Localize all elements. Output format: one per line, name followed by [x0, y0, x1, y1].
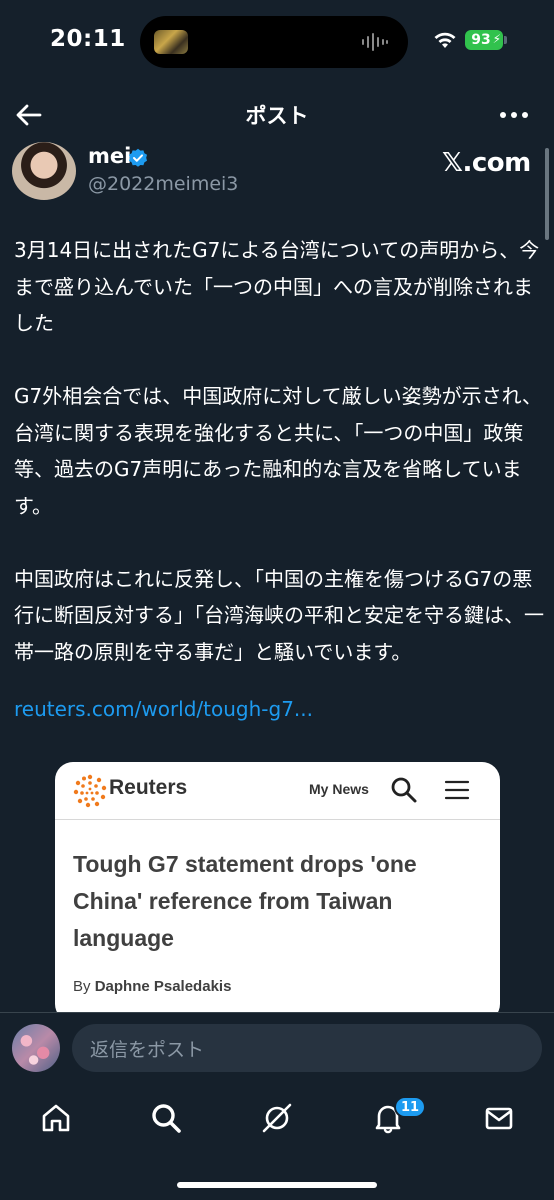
author-avatar[interactable] — [12, 142, 76, 200]
byline-author: Daphne Psaledakis — [94, 978, 232, 995]
hamburger-menu-icon — [444, 780, 470, 800]
battery-level: 93 — [471, 32, 491, 48]
author-name[interactable]: mei — [88, 144, 131, 168]
dynamic-island[interactable] — [140, 16, 408, 68]
status-time: 20:11 — [50, 26, 126, 52]
home-indicator[interactable] — [177, 1182, 377, 1188]
post-link[interactable]: reuters.com/world/tough-g7... — [14, 697, 313, 721]
reply-bar: 返信をポスト — [0, 1012, 554, 1084]
source-watermark: 𝕏.com — [442, 148, 531, 178]
card-header: Reuters My News — [55, 762, 500, 820]
verified-badge-icon — [129, 148, 147, 167]
my-news-link: My News — [309, 781, 369, 797]
battery-cap — [504, 36, 507, 44]
audio-waveform-icon — [362, 33, 388, 51]
home-icon[interactable] — [40, 1102, 72, 1134]
media-thumbnail-icon — [154, 30, 188, 54]
status-bar: 20:11 93 ⚡ — [0, 0, 554, 80]
messages-mail-icon[interactable] — [483, 1102, 515, 1134]
scrollbar[interactable] — [545, 148, 549, 240]
wifi-icon — [434, 32, 456, 48]
current-user-avatar[interactable] — [12, 1024, 60, 1072]
card-byline: By Daphne Psaledakis — [73, 978, 231, 995]
card-brand: Reuters — [109, 776, 188, 799]
card-headline: Tough G7 statement drops 'one China' ref… — [73, 851, 417, 951]
reuters-logo-icon — [73, 774, 107, 808]
search-icon — [391, 777, 417, 803]
battery-indicator: 93 ⚡ — [465, 30, 503, 50]
notification-badge: 11 — [394, 1096, 427, 1118]
reply-input[interactable]: 返信をポスト — [72, 1024, 542, 1072]
more-options-icon[interactable] — [498, 100, 530, 130]
search-nav-icon[interactable] — [150, 1102, 182, 1134]
post-text: 3月14日に出されたG7による台湾についての声明から、今まで盛り込んでいた「一つ… — [14, 238, 544, 664]
top-header: ポスト — [0, 90, 554, 140]
author-row: mei @2022meimei3 𝕏.com — [0, 142, 554, 212]
byline-prefix: By — [73, 978, 91, 995]
link-preview-card[interactable]: Reuters My News Tough G7 statement drops… — [55, 762, 500, 1022]
charging-bolt-icon: ⚡ — [492, 32, 501, 46]
grok-icon[interactable] — [261, 1102, 293, 1134]
page-title: ポスト — [245, 104, 309, 128]
author-handle[interactable]: @2022meimei3 — [88, 173, 238, 195]
